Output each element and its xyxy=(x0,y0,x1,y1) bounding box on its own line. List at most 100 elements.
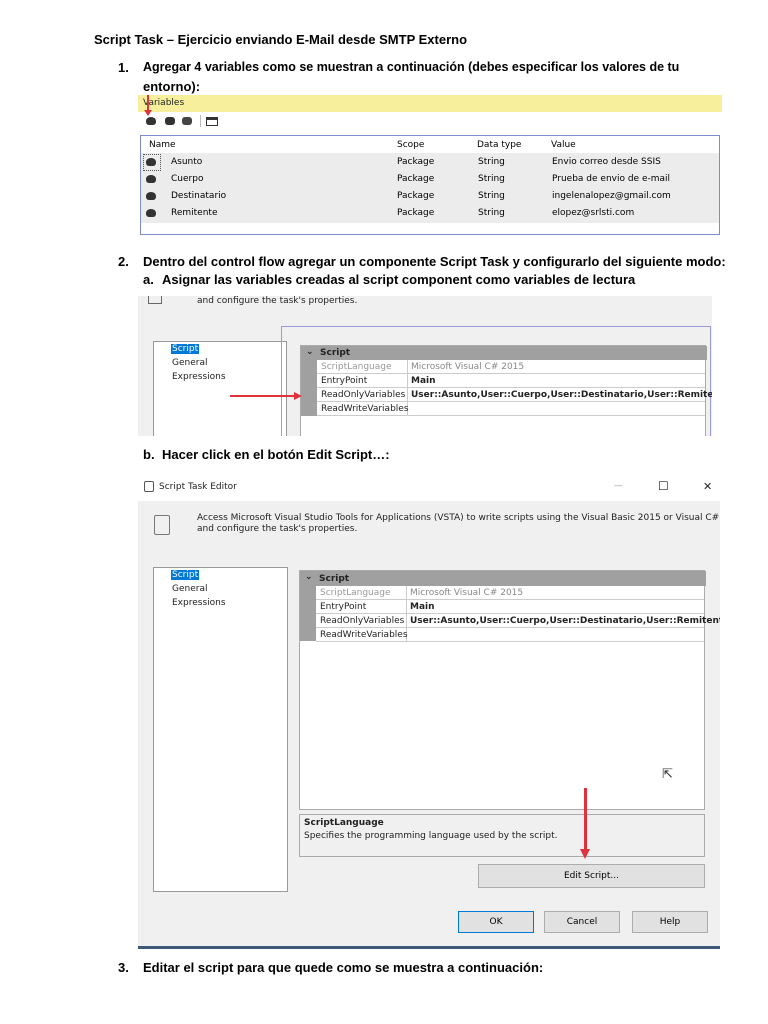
property-row[interactable]: ReadWriteVariables xyxy=(316,628,704,642)
property-group: Script xyxy=(319,574,350,584)
property-group: Script xyxy=(320,348,351,358)
variable-icon xyxy=(146,192,156,200)
property-name: ReadOnlyVariables xyxy=(320,616,405,626)
variable-name: Destinatario xyxy=(171,191,227,201)
variable-scope: Package xyxy=(397,191,435,201)
variable-scope: Package xyxy=(397,174,435,184)
variable-icon xyxy=(146,158,156,166)
description-text: and configure the task's properties. xyxy=(197,296,358,306)
property-help-box: ScriptLanguage Specifies the programming… xyxy=(299,814,705,857)
variables-title: Variables xyxy=(143,98,185,108)
nav-item-general[interactable]: General xyxy=(172,358,207,368)
property-row[interactable]: ReadOnlyVariables User::Asunto,User::Cuer… xyxy=(317,388,712,402)
description-text: Access Microsoft Visual Studio Tools for… xyxy=(197,513,720,523)
property-name: ScriptLanguage xyxy=(321,362,392,372)
variable-value: ingelenalopez@gmail.com xyxy=(552,191,671,201)
property-name: EntryPoint xyxy=(321,376,368,386)
table-row[interactable]: Asunto Package String Envio correo desde… xyxy=(141,154,719,171)
description-text: and configure the task's properties. xyxy=(197,524,358,534)
property-value: Main xyxy=(411,376,436,386)
variables-window: Variables Name Scope Data type Value Asu… xyxy=(138,95,722,237)
variable-value: Envio correo desde SSIS xyxy=(552,157,661,167)
table-row[interactable]: Destinatario Package String ingelenalope… xyxy=(141,188,719,205)
variables-grid: Name Scope Data type Value Asunto Packag… xyxy=(140,135,720,235)
variable-scope: Package xyxy=(397,208,435,218)
property-value: User::Asunto,User::Cuerpo,User::Destinat… xyxy=(411,390,712,400)
help-button[interactable]: Help xyxy=(632,911,708,933)
maximize-button[interactable]: ☐ xyxy=(658,479,669,493)
column-header-name[interactable]: Name xyxy=(149,140,176,150)
substep-text: Hacer click en el botón Edit Script…: xyxy=(162,447,390,462)
property-value: User::Asunto,User::Cuerpo,User::Destinat… xyxy=(410,616,720,626)
variable-type: String xyxy=(478,208,505,218)
nav-item-script[interactable]: Script xyxy=(171,344,200,354)
variable-scope: Package xyxy=(397,157,435,167)
property-value: Microsoft Visual C# 2015 xyxy=(411,362,525,372)
property-grid: ⌄ Script ScriptLanguage Microsoft Visual … xyxy=(300,345,712,436)
script-icon xyxy=(148,296,162,304)
property-name: ReadWriteVariables xyxy=(321,404,409,414)
cancel-button[interactable]: Cancel xyxy=(544,911,620,933)
close-button[interactable]: ✕ xyxy=(703,480,712,493)
property-name: EntryPoint xyxy=(320,602,367,612)
property-row[interactable]: ReadOnlyVariables User::Asunto,User::Cuer… xyxy=(316,614,720,628)
step-text: Editar el script para que quede como se … xyxy=(143,960,544,975)
property-grid: ⌄ Script ScriptLanguage Microsoft Visual … xyxy=(299,570,720,810)
substep-letter: a. xyxy=(143,272,154,287)
table-row[interactable]: Remitente Package String elopez@srlsti.c… xyxy=(141,205,719,222)
collapse-chevron-icon[interactable]: ⌄ xyxy=(306,347,314,357)
variable-type: String xyxy=(478,191,505,201)
grid-options-icon[interactable] xyxy=(206,117,218,126)
nav-item-general[interactable]: General xyxy=(172,584,207,594)
variable-name: Remitente xyxy=(171,208,218,218)
mouse-cursor-icon: ⇱ xyxy=(662,767,673,782)
script-icon xyxy=(154,515,170,535)
property-row[interactable]: ReadWriteVariables xyxy=(317,402,705,416)
red-arrow-icon xyxy=(230,395,296,397)
property-row[interactable]: EntryPoint Main xyxy=(316,600,704,614)
step-text: Agregar 4 variables como se muestran a c… xyxy=(143,60,680,74)
document-title: Script Task – Ejercicio enviando E-Mail … xyxy=(94,32,468,47)
add-variable-icon[interactable] xyxy=(146,115,156,125)
ok-button[interactable]: OK xyxy=(458,911,534,933)
step-text: entorno): xyxy=(143,79,201,94)
collapse-chevron-icon[interactable]: ⌄ xyxy=(305,572,313,582)
red-arrow-icon xyxy=(584,788,587,852)
column-header-scope[interactable]: Scope xyxy=(397,140,424,150)
property-row[interactable]: ScriptLanguage Microsoft Visual C# 2015 xyxy=(317,360,705,374)
edit-script-button[interactable]: Edit Script... xyxy=(478,864,705,888)
variable-name: Asunto xyxy=(171,157,203,167)
window-title: Script Task Editor xyxy=(159,482,237,492)
variable-type: String xyxy=(478,174,505,184)
script-task-editor-window: Script Task Editor — ☐ ✕ Access Microsof… xyxy=(138,473,720,949)
delete-variable-icon[interactable] xyxy=(182,117,192,125)
step-text: Dentro del control flow agregar un compo… xyxy=(143,254,726,269)
column-header-value[interactable]: Value xyxy=(551,140,576,150)
step-number: 3. xyxy=(118,960,129,975)
property-name: ScriptLanguage xyxy=(320,588,391,598)
property-value: Main xyxy=(410,602,435,612)
help-title: ScriptLanguage xyxy=(304,818,384,828)
column-header-datatype[interactable]: Data type xyxy=(477,140,521,150)
variable-value: elopez@srlsti.com xyxy=(552,208,635,218)
substep-letter: b. xyxy=(143,447,155,462)
variable-type: String xyxy=(478,157,505,167)
minimize-button[interactable]: — xyxy=(614,481,623,491)
script-task-crop: and configure the task's properties. Scr… xyxy=(138,296,712,436)
property-name: ReadWriteVariables xyxy=(320,630,408,640)
step-number: 1. xyxy=(118,60,129,75)
property-value: Microsoft Visual C# 2015 xyxy=(410,588,524,598)
property-row[interactable]: EntryPoint Main xyxy=(317,374,705,388)
variable-icon xyxy=(146,209,156,217)
nav-item-expressions[interactable]: Expressions xyxy=(172,598,226,608)
move-variable-icon[interactable] xyxy=(165,117,175,125)
script-icon xyxy=(144,481,154,492)
substep-text: Asignar las variables creadas al script … xyxy=(162,272,636,287)
nav-item-script[interactable]: Script xyxy=(171,570,200,580)
nav-panel: Script General Expressions xyxy=(153,341,287,436)
variable-value: Prueba de envio de e-mail xyxy=(552,174,671,184)
property-row[interactable]: ScriptLanguage Microsoft Visual C# 2015 xyxy=(316,586,704,600)
nav-item-expressions[interactable]: Expressions xyxy=(172,372,226,382)
step-number: 2. xyxy=(118,254,129,269)
table-row[interactable]: Cuerpo Package String Prueba de envio de… xyxy=(141,171,719,188)
